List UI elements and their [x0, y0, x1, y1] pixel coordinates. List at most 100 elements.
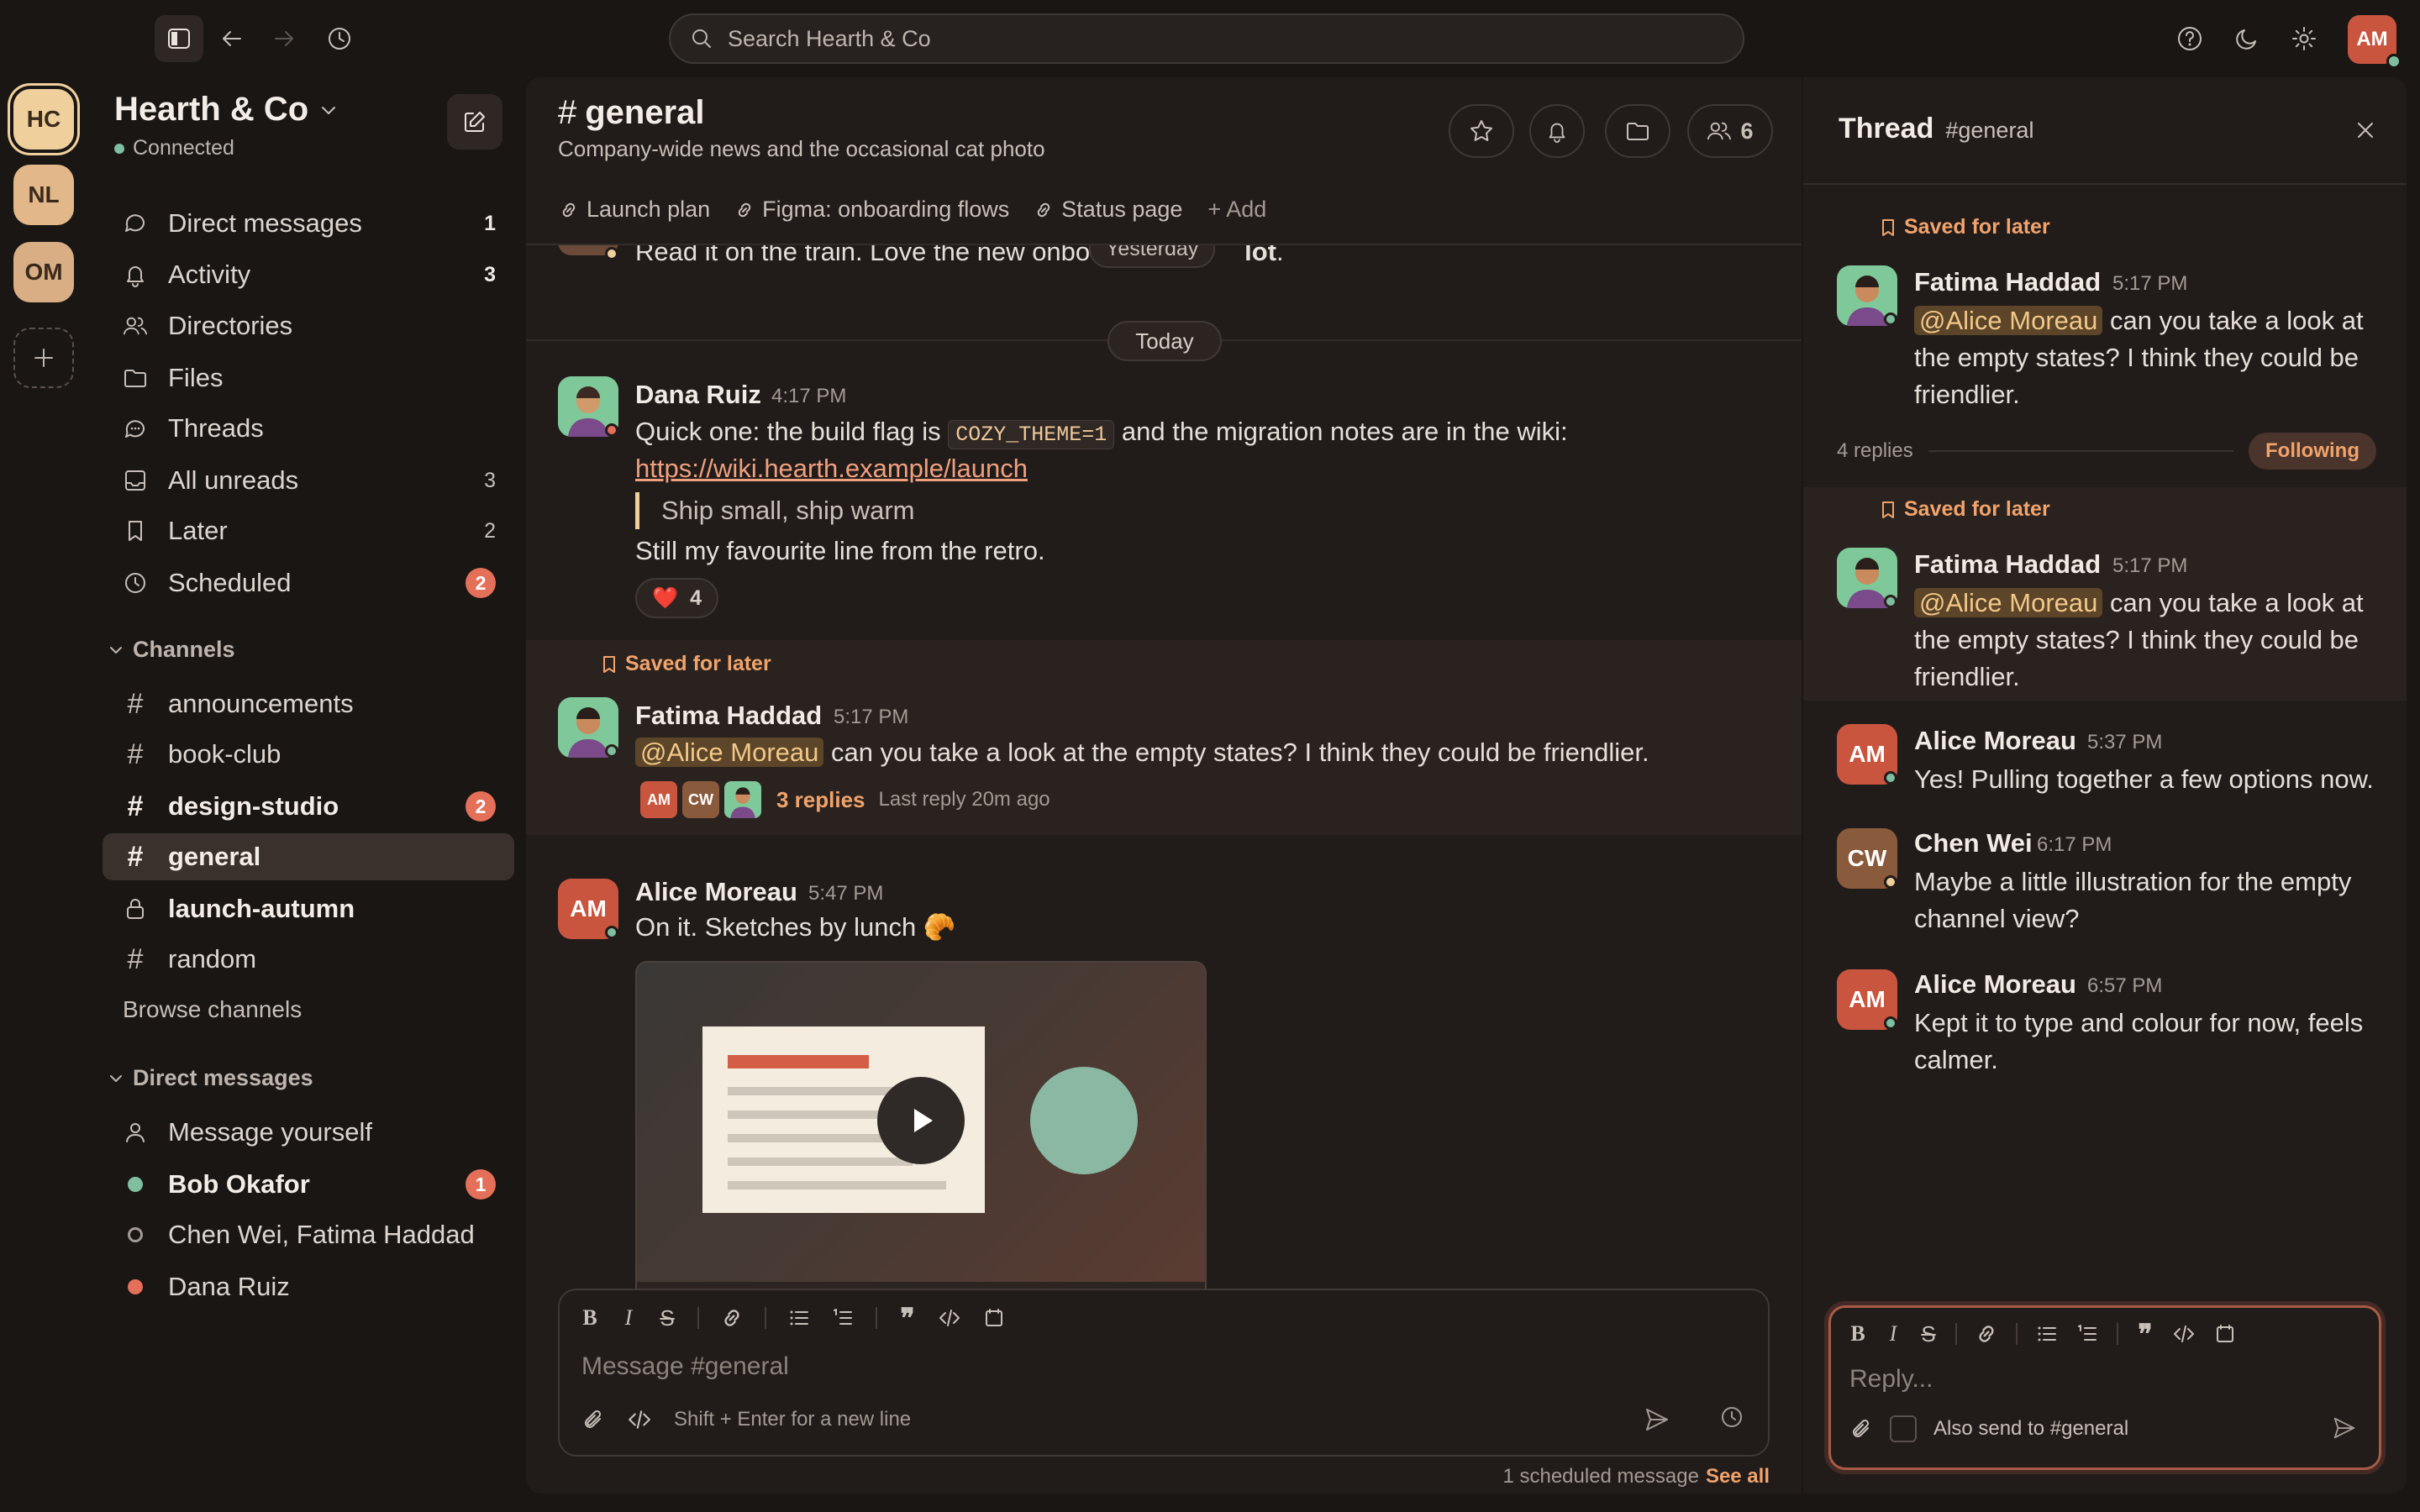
nav-files[interactable]: Files — [103, 354, 514, 402]
strikethrough-button[interactable]: S — [1920, 1321, 1937, 1347]
code-icon[interactable] — [938, 1307, 961, 1329]
notifications-button[interactable] — [1529, 104, 1585, 158]
message-author[interactable]: Chen Wei — [1914, 828, 2033, 858]
channel-general[interactable]: # general — [103, 833, 514, 880]
quote-button[interactable]: ❞ — [2137, 1318, 2154, 1350]
channels-section-toggle[interactable]: Channels — [108, 637, 235, 663]
forward-button[interactable] — [264, 18, 304, 59]
attach-icon[interactable] — [1849, 1417, 1873, 1441]
dm-chen-fatima[interactable]: Chen Wei, Fatima Haddad — [103, 1211, 514, 1258]
send-icon[interactable] — [1644, 1406, 1670, 1433]
bookmark-status-page[interactable]: Status page — [1034, 197, 1182, 223]
nav-activity[interactable]: Activity 3 — [103, 251, 514, 298]
workspace-om[interactable]: OM — [13, 242, 74, 302]
files-button[interactable] — [1605, 104, 1670, 158]
bold-button[interactable]: B — [1849, 1321, 1866, 1347]
code-block-icon[interactable] — [983, 1307, 1005, 1329]
browse-channels-label: Browse channels — [123, 996, 302, 1022]
workspace-switcher[interactable]: Hearth & Co — [114, 91, 339, 129]
plus-icon — [34, 349, 53, 367]
code-icon[interactable] — [627, 1408, 652, 1431]
nav-label: Files — [168, 363, 224, 392]
date-divider-yesterday: Yesterday — [1089, 245, 1216, 268]
members-button[interactable]: 6 — [1687, 104, 1773, 158]
play-icon — [914, 1109, 933, 1132]
nav-threads[interactable]: Threads — [103, 405, 514, 452]
message-time: 5:17 PM — [834, 706, 909, 728]
bookmark-figma[interactable]: Figma: onboarding flows — [735, 197, 1009, 223]
message-author[interactable]: Alice Moreau — [635, 877, 797, 907]
message-text: Maybe a little illustration for the empt… — [1914, 867, 2352, 933]
italic-button[interactable]: I — [620, 1305, 637, 1331]
workspace-nl[interactable]: NL — [13, 165, 74, 225]
dm-bob-okafor[interactable]: Bob Okafor 1 — [103, 1161, 514, 1208]
message-author[interactable]: Alice Moreau — [1914, 969, 2076, 1000]
link-icon — [562, 202, 576, 217]
message-author[interactable]: Dana Ruiz — [635, 380, 761, 410]
video-attachment[interactable] — [635, 961, 1207, 1320]
attach-icon[interactable] — [581, 1408, 605, 1431]
dm-message-yourself[interactable]: Message yourself — [103, 1109, 514, 1156]
numbered-list-icon[interactable] — [2076, 1323, 2098, 1345]
user-avatar[interactable]: AM — [2348, 15, 2402, 69]
message-author[interactable]: Fatima Haddad — [635, 701, 822, 731]
also-send-checkbox[interactable] — [1890, 1415, 1917, 1442]
nav-directories[interactable]: Directories — [103, 302, 514, 349]
see-all-link[interactable]: See all — [1706, 1465, 1770, 1488]
close-icon[interactable] — [2354, 119, 2376, 141]
nav-scheduled[interactable]: Scheduled 2 — [103, 559, 514, 606]
message-author[interactable]: Fatima Haddad — [1914, 549, 2101, 580]
link-icon[interactable] — [1975, 1323, 1997, 1345]
message-input[interactable]: Message #general — [581, 1352, 789, 1381]
code-icon[interactable] — [2172, 1323, 2196, 1345]
nav-direct-messages[interactable]: Direct messages 1 — [103, 200, 514, 247]
channel-announcements[interactable]: # announcements — [103, 680, 514, 727]
bullet-list-icon[interactable] — [788, 1307, 810, 1329]
dark-mode-button[interactable] — [2227, 18, 2267, 59]
back-button[interactable] — [212, 18, 252, 59]
channel-book-club[interactable]: # book-club — [103, 731, 514, 778]
bullet-list-icon[interactable] — [2036, 1323, 2058, 1345]
quote-button[interactable]: ❞ — [899, 1302, 916, 1334]
dm-section-toggle[interactable]: Direct messages — [108, 1065, 313, 1091]
send-icon[interactable] — [2332, 1415, 2357, 1441]
bold-button[interactable]: B — [581, 1305, 598, 1331]
reaction-heart[interactable]: ❤️ 4 — [635, 578, 719, 618]
settings-button[interactable] — [2284, 18, 2324, 59]
dm-dana-ruiz[interactable]: Dana Ruiz — [103, 1263, 514, 1310]
bookmark-icon — [129, 521, 142, 541]
star-button[interactable] — [1449, 104, 1514, 158]
sidebar-toggle-button[interactable] — [155, 15, 203, 62]
reply-input[interactable]: Reply... — [1849, 1365, 1933, 1394]
thread-summary[interactable]: AM CW 3 replies Last reply 20m ago — [640, 781, 1050, 818]
strikethrough-button[interactable]: S — [659, 1305, 676, 1331]
channel-launch-autumn[interactable]: launch-autumn — [103, 885, 514, 932]
browse-channels-link[interactable]: Browse channels — [103, 986, 514, 1033]
add-workspace-button[interactable] — [13, 328, 74, 388]
play-button[interactable] — [877, 1077, 965, 1164]
numbered-list-icon[interactable] — [832, 1307, 854, 1329]
link-icon[interactable] — [721, 1307, 743, 1329]
nav-later[interactable]: Later 2 — [103, 507, 514, 554]
code-block-icon[interactable] — [2214, 1323, 2236, 1345]
history-button[interactable] — [319, 18, 360, 59]
search-bar[interactable]: Search Hearth & Co — [669, 13, 1744, 64]
bookmark-launch-plan[interactable]: Launch plan — [560, 197, 710, 223]
member-count: 6 — [1740, 118, 1754, 144]
wiki-link[interactable]: https://wiki.hearth.example/launch — [635, 450, 1028, 487]
help-button[interactable] — [2170, 18, 2210, 59]
add-bookmark-button[interactable]: + Add — [1207, 197, 1266, 223]
workspace-hc[interactable]: HC — [13, 89, 74, 150]
compose-button[interactable] — [447, 94, 502, 150]
message-list: Read it on the train. Love the new onbo l… — [526, 245, 1802, 1320]
nav-all-unreads[interactable]: All unreads 3 — [103, 457, 514, 504]
message-author[interactable]: Alice Moreau — [1914, 726, 2076, 756]
message-author[interactable]: Fatima Haddad — [1914, 267, 2101, 297]
channel-random[interactable]: # random — [103, 936, 514, 983]
thread-channel[interactable]: #general — [1945, 118, 2033, 144]
italic-button[interactable]: I — [1885, 1321, 1902, 1347]
channel-design-studio[interactable]: # design-studio 2 — [103, 783, 514, 830]
channel-label: random — [168, 944, 257, 974]
following-button[interactable]: Following — [2249, 433, 2376, 470]
schedule-icon[interactable] — [1719, 1404, 1744, 1430]
